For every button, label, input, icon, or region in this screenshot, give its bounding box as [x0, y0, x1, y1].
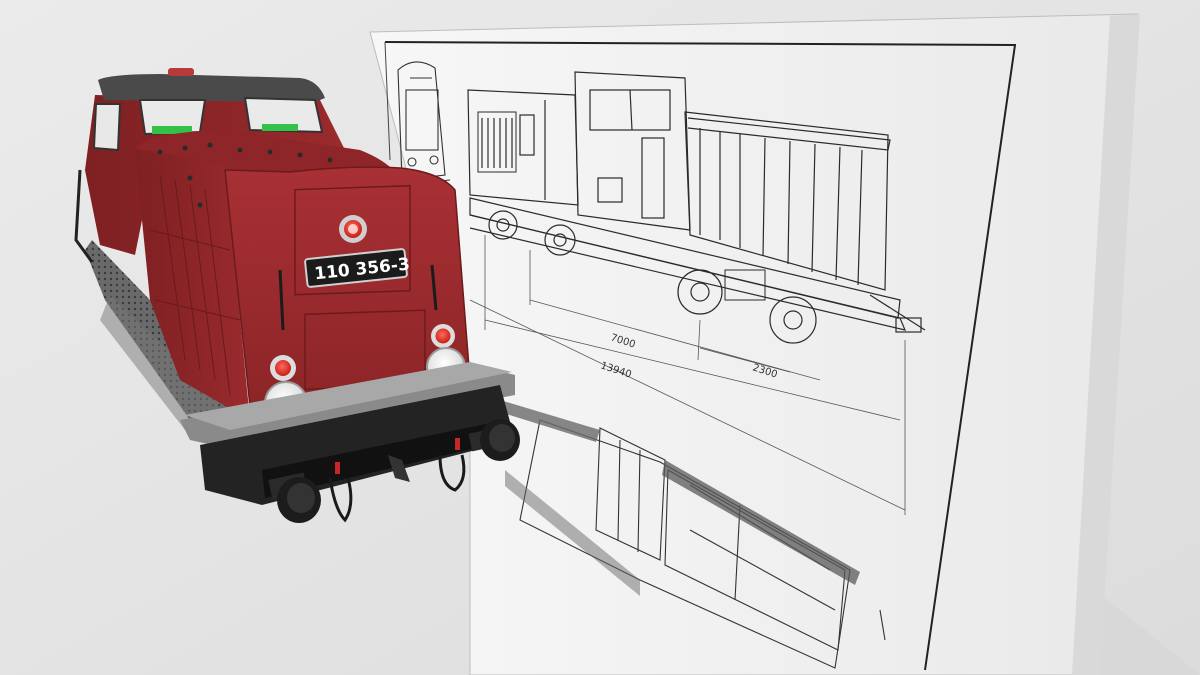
side-window: [92, 103, 122, 152]
scene: 7000 2300 13940 110 356-3: [0, 0, 1200, 675]
blueprint-board: 7000 2300 13940: [369, 13, 1140, 675]
roof-vent: [168, 68, 194, 76]
cab-interior-green: [262, 124, 298, 131]
cab-roof: [98, 74, 325, 102]
